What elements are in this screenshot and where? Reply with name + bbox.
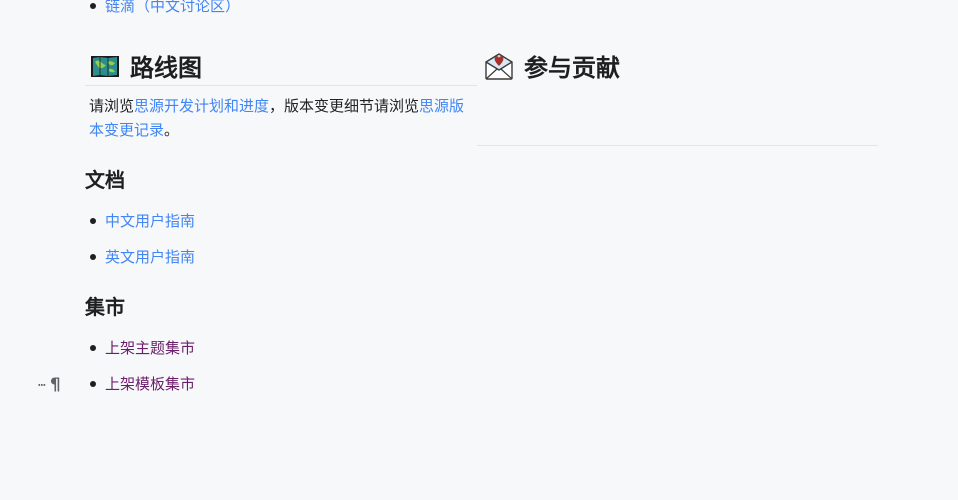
contribute-divider — [477, 145, 878, 146]
roadmap-title: 路线图 — [130, 54, 202, 82]
roadmap-divider — [85, 85, 477, 86]
list-item: 链滴（中文讨论区） — [85, 0, 240, 16]
drag-handle-icon[interactable]: ⋯ — [38, 378, 46, 393]
roadmap-text-middle: ，版本变更细节请浏览 — [269, 97, 420, 115]
docs-link-en-guide[interactable]: 英文用户指南 — [105, 248, 195, 266]
list-item: 英文用户指南 — [85, 247, 195, 267]
market-link-theme[interactable]: 上架主题集市 — [105, 339, 195, 357]
community-list: 链滴（中文讨论区） — [85, 0, 240, 16]
roadmap-text-before: 请浏览 — [89, 97, 135, 115]
roadmap-paragraph: 请浏览思源开发计划和进度，版本变更细节请浏览思源版本变更记录。 — [85, 94, 477, 142]
world-map-icon — [91, 55, 119, 77]
roadmap-text-after: 。 — [164, 121, 180, 139]
market-heading: 集市 — [85, 295, 125, 319]
dev-plan-link[interactable]: 思源开发计划和进度 — [134, 97, 269, 115]
love-letter-icon — [485, 52, 513, 80]
contribute-title: 参与贡献 — [524, 54, 620, 82]
editor-page: 链滴（中文讨论区） 路线图 请浏览思源开发计划和进度，版本变更细节请浏览思源版本… — [0, 0, 958, 500]
market-link-template[interactable]: 上架模板集市 — [105, 375, 195, 393]
list-item: 上架主题集市 — [85, 338, 195, 358]
community-link-ld246[interactable]: 链滴（中文讨论区） — [105, 0, 240, 15]
contribute-heading: 参与贡献 — [484, 48, 620, 83]
list-item: 上架模板集市 — [85, 374, 195, 394]
list-item: 中文用户指南 — [85, 211, 195, 231]
roadmap-heading: 路线图 — [90, 48, 477, 83]
docs-link-zh-guide[interactable]: 中文用户指南 — [105, 212, 195, 230]
block-gutter: ⋯ ¶ — [38, 375, 61, 395]
docs-heading: 文档 — [85, 168, 125, 192]
pilcrow-icon[interactable]: ¶ — [50, 375, 61, 395]
docs-list: 中文用户指南 英文用户指南 — [85, 211, 195, 267]
market-list: 上架主题集市 上架模板集市 — [85, 338, 195, 394]
